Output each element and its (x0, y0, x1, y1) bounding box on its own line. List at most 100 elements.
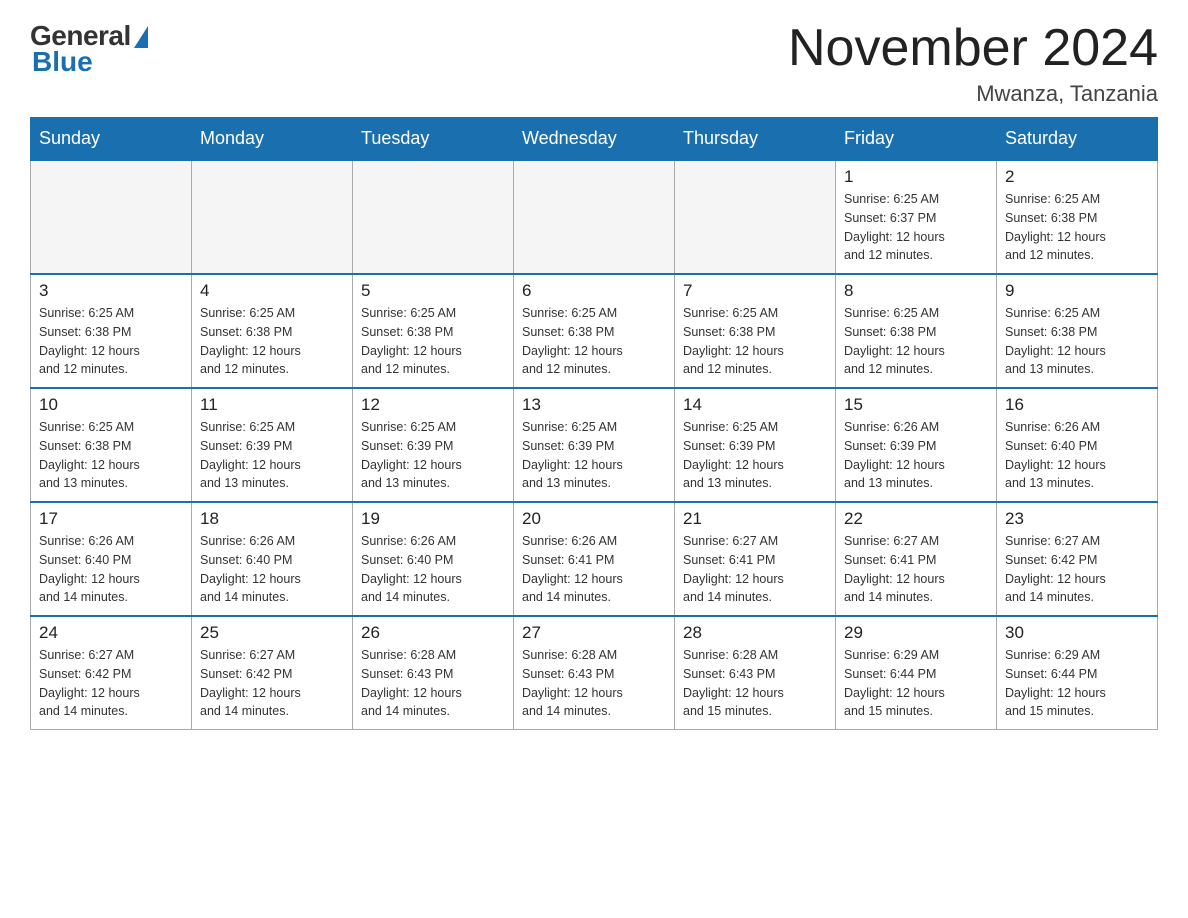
day-info: Sunrise: 6:26 AMSunset: 6:40 PMDaylight:… (1005, 418, 1149, 493)
calendar-day-header: Friday (836, 118, 997, 161)
day-number: 12 (361, 395, 505, 415)
day-info: Sunrise: 6:25 AMSunset: 6:39 PMDaylight:… (200, 418, 344, 493)
day-number: 16 (1005, 395, 1149, 415)
day-number: 23 (1005, 509, 1149, 529)
day-info: Sunrise: 6:26 AMSunset: 6:41 PMDaylight:… (522, 532, 666, 607)
day-info: Sunrise: 6:25 AMSunset: 6:38 PMDaylight:… (844, 304, 988, 379)
day-info: Sunrise: 6:29 AMSunset: 6:44 PMDaylight:… (844, 646, 988, 721)
calendar-day-cell: 17 Sunrise: 6:26 AMSunset: 6:40 PMDayligh… (31, 502, 192, 616)
day-number: 14 (683, 395, 827, 415)
day-info: Sunrise: 6:29 AMSunset: 6:44 PMDaylight:… (1005, 646, 1149, 721)
calendar-day-cell: 12Sunrise: 6:25 AMSunset: 6:39 PMDayligh… (353, 388, 514, 502)
calendar-day-cell: 21 Sunrise: 6:27 AMSunset: 6:41 PMDayligh… (675, 502, 836, 616)
calendar-header-row: SundayMondayTuesdayWednesdayThursdayFrid… (31, 118, 1158, 161)
calendar-day-cell: 6 Sunrise: 6:25 AMSunset: 6:38 PMDaylight… (514, 274, 675, 388)
day-info: Sunrise: 6:28 AMSunset: 6:43 PMDaylight:… (522, 646, 666, 721)
day-number: 30 (1005, 623, 1149, 643)
calendar-week-row: 17 Sunrise: 6:26 AMSunset: 6:40 PMDayligh… (31, 502, 1158, 616)
calendar-day-cell: 27 Sunrise: 6:28 AMSunset: 6:43 PMDayligh… (514, 616, 675, 730)
calendar-day-cell: 4 Sunrise: 6:25 AMSunset: 6:38 PMDaylight… (192, 274, 353, 388)
calendar-day-cell: 26Sunrise: 6:28 AMSunset: 6:43 PMDayligh… (353, 616, 514, 730)
day-number: 17 (39, 509, 183, 529)
day-info: Sunrise: 6:25 AMSunset: 6:39 PMDaylight:… (683, 418, 827, 493)
day-info: Sunrise: 6:25 AMSunset: 6:38 PMDaylight:… (200, 304, 344, 379)
day-info: Sunrise: 6:25 AMSunset: 6:38 PMDaylight:… (1005, 190, 1149, 265)
day-number: 13 (522, 395, 666, 415)
calendar-day-header: Saturday (997, 118, 1158, 161)
day-info: Sunrise: 6:26 AMSunset: 6:40 PMDaylight:… (361, 532, 505, 607)
calendar-day-cell: 22 Sunrise: 6:27 AMSunset: 6:41 PMDayligh… (836, 502, 997, 616)
day-info: Sunrise: 6:27 AMSunset: 6:42 PMDaylight:… (200, 646, 344, 721)
day-number: 1 (844, 167, 988, 187)
calendar-day-header: Monday (192, 118, 353, 161)
day-info: Sunrise: 6:27 AMSunset: 6:41 PMDaylight:… (844, 532, 988, 607)
day-number: 22 (844, 509, 988, 529)
day-info: Sunrise: 6:25 AMSunset: 6:39 PMDaylight:… (522, 418, 666, 493)
day-info: Sunrise: 6:25 AMSunset: 6:38 PMDaylight:… (1005, 304, 1149, 379)
calendar-day-cell: 28 Sunrise: 6:28 AMSunset: 6:43 PMDayligh… (675, 616, 836, 730)
logo-blue-text: Blue (32, 46, 93, 78)
calendar-week-row: 24 Sunrise: 6:27 AMSunset: 6:42 PMDayligh… (31, 616, 1158, 730)
calendar-day-header: Tuesday (353, 118, 514, 161)
calendar-week-row: 10Sunrise: 6:25 AMSunset: 6:38 PMDayligh… (31, 388, 1158, 502)
calendar-day-cell: 23 Sunrise: 6:27 AMSunset: 6:42 PMDayligh… (997, 502, 1158, 616)
day-number: 20 (522, 509, 666, 529)
day-number: 25 (200, 623, 344, 643)
calendar-day-cell (192, 160, 353, 274)
day-number: 28 (683, 623, 827, 643)
logo-triangle-icon (134, 26, 148, 48)
day-number: 24 (39, 623, 183, 643)
calendar-day-header: Thursday (675, 118, 836, 161)
calendar-day-cell: 29 Sunrise: 6:29 AMSunset: 6:44 PMDayligh… (836, 616, 997, 730)
day-info: Sunrise: 6:25 AMSunset: 6:38 PMDaylight:… (39, 304, 183, 379)
day-info: Sunrise: 6:25 AMSunset: 6:38 PMDaylight:… (522, 304, 666, 379)
day-info: Sunrise: 6:27 AMSunset: 6:42 PMDaylight:… (1005, 532, 1149, 607)
day-info: Sunrise: 6:27 AMSunset: 6:42 PMDaylight:… (39, 646, 183, 721)
calendar-day-cell: 14 Sunrise: 6:25 AMSunset: 6:39 PMDayligh… (675, 388, 836, 502)
day-number: 27 (522, 623, 666, 643)
month-title: November 2024 (788, 20, 1158, 77)
page-header: General Blue November 2024 Mwanza, Tanza… (30, 20, 1158, 107)
day-number: 6 (522, 281, 666, 301)
day-info: Sunrise: 6:27 AMSunset: 6:41 PMDaylight:… (683, 532, 827, 607)
day-number: 5 (361, 281, 505, 301)
calendar-day-cell: 11 Sunrise: 6:25 AMSunset: 6:39 PMDayligh… (192, 388, 353, 502)
day-number: 7 (683, 281, 827, 301)
day-number: 4 (200, 281, 344, 301)
calendar-table: SundayMondayTuesdayWednesdayThursdayFrid… (30, 117, 1158, 730)
calendar-day-cell: 10Sunrise: 6:25 AMSunset: 6:38 PMDayligh… (31, 388, 192, 502)
calendar-day-cell: 25 Sunrise: 6:27 AMSunset: 6:42 PMDayligh… (192, 616, 353, 730)
day-info: Sunrise: 6:25 AMSunset: 6:38 PMDaylight:… (39, 418, 183, 493)
calendar-day-cell: 24 Sunrise: 6:27 AMSunset: 6:42 PMDayligh… (31, 616, 192, 730)
calendar-day-header: Wednesday (514, 118, 675, 161)
calendar-day-cell: 15 Sunrise: 6:26 AMSunset: 6:39 PMDayligh… (836, 388, 997, 502)
day-number: 26 (361, 623, 505, 643)
day-number: 29 (844, 623, 988, 643)
day-number: 3 (39, 281, 183, 301)
calendar-day-cell: 16 Sunrise: 6:26 AMSunset: 6:40 PMDayligh… (997, 388, 1158, 502)
day-number: 21 (683, 509, 827, 529)
calendar-day-cell: 3 Sunrise: 6:25 AMSunset: 6:38 PMDaylight… (31, 274, 192, 388)
calendar-day-cell: 19Sunrise: 6:26 AMSunset: 6:40 PMDayligh… (353, 502, 514, 616)
title-area: November 2024 Mwanza, Tanzania (788, 20, 1158, 107)
calendar-day-cell: 30 Sunrise: 6:29 AMSunset: 6:44 PMDayligh… (997, 616, 1158, 730)
day-number: 9 (1005, 281, 1149, 301)
day-info: Sunrise: 6:25 AMSunset: 6:38 PMDaylight:… (683, 304, 827, 379)
day-info: Sunrise: 6:28 AMSunset: 6:43 PMDaylight:… (683, 646, 827, 721)
day-info: Sunrise: 6:26 AMSunset: 6:40 PMDaylight:… (39, 532, 183, 607)
calendar-day-cell: 18 Sunrise: 6:26 AMSunset: 6:40 PMDayligh… (192, 502, 353, 616)
calendar-day-cell: 1Sunrise: 6:25 AMSunset: 6:37 PMDaylight… (836, 160, 997, 274)
calendar-day-cell: 13 Sunrise: 6:25 AMSunset: 6:39 PMDayligh… (514, 388, 675, 502)
day-number: 15 (844, 395, 988, 415)
calendar-day-cell (675, 160, 836, 274)
day-info: Sunrise: 6:26 AMSunset: 6:40 PMDaylight:… (200, 532, 344, 607)
day-number: 11 (200, 395, 344, 415)
calendar-day-cell (31, 160, 192, 274)
day-number: 2 (1005, 167, 1149, 187)
day-info: Sunrise: 6:26 AMSunset: 6:39 PMDaylight:… (844, 418, 988, 493)
day-number: 18 (200, 509, 344, 529)
calendar-day-header: Sunday (31, 118, 192, 161)
calendar-day-cell: 5Sunrise: 6:25 AMSunset: 6:38 PMDaylight… (353, 274, 514, 388)
calendar-day-cell: 9 Sunrise: 6:25 AMSunset: 6:38 PMDaylight… (997, 274, 1158, 388)
location-label: Mwanza, Tanzania (788, 81, 1158, 107)
